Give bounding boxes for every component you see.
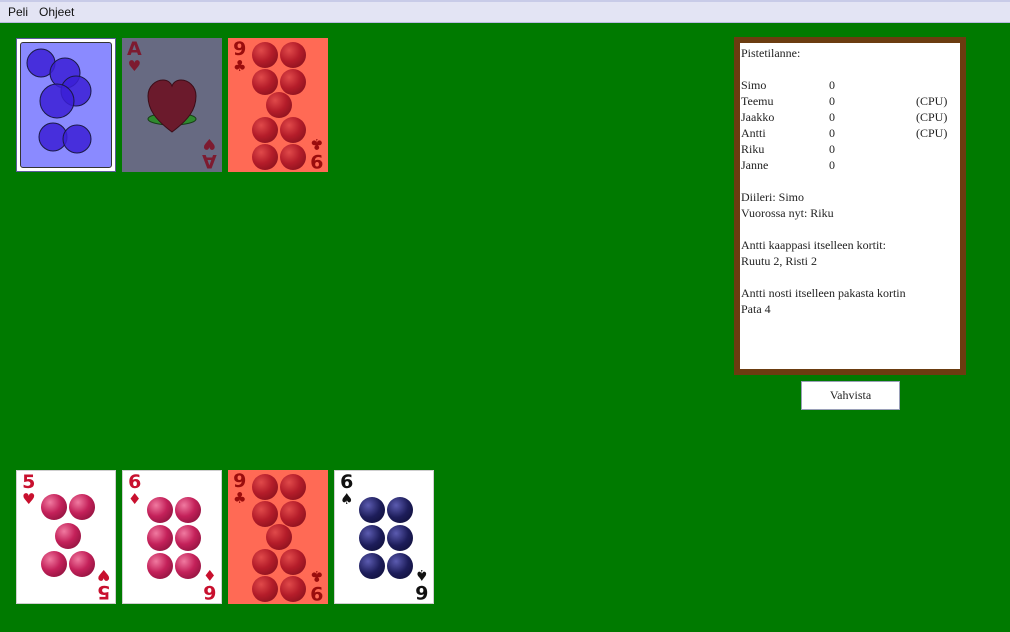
spade-pip-icon <box>387 525 413 551</box>
spade-pip-icon <box>359 553 385 579</box>
spade-pip-icon <box>387 497 413 523</box>
club-pip-icon <box>252 501 278 527</box>
player-score: 0 <box>829 142 835 156</box>
club-pip-icon <box>280 501 306 527</box>
player-score: 0 <box>829 158 835 172</box>
card-corner: 6 ♠ <box>340 471 354 508</box>
diamond-pip-icon <box>147 497 173 523</box>
table-card-nine-clubs[interactable]: 9 ♣ 9 ♣ <box>228 38 328 172</box>
club-pip-icon <box>280 576 306 602</box>
menu-bar: Peli Ohjeet <box>0 0 1010 23</box>
club-pip-icon <box>252 144 278 170</box>
scoreboard-panel: Pistetilanne: Simo 0 Teemu 0 (CPU) Jaakk… <box>734 37 966 375</box>
player-score: 0 <box>829 126 835 140</box>
diamond-pip-icon <box>147 553 173 579</box>
deck-card-back[interactable] <box>16 38 116 172</box>
club-pip-icon <box>280 69 306 95</box>
card-corner: 6 ♠ <box>414 566 428 603</box>
hand-card-nine-clubs[interactable]: 9 ♣ 9 ♣ <box>228 470 328 604</box>
log-line: Antti kaappasi itselleen kortit: <box>741 238 886 252</box>
menu-help[interactable]: Ohjeet <box>39 5 74 19</box>
heart-pip-icon <box>41 551 67 577</box>
card-corner: 9 ♣ <box>309 567 323 604</box>
player-name: Riku <box>741 142 765 156</box>
card-corner: 5 ♥ <box>96 566 110 603</box>
log-line: Pata 4 <box>741 302 771 316</box>
heart-pip-icon <box>69 551 95 577</box>
card-corner: A ♥ <box>202 135 217 172</box>
hand-card-five-hearts[interactable]: 5 ♥ 5 ♥ <box>16 470 116 604</box>
player-name: Teemu <box>741 94 774 108</box>
player-name: Janne <box>741 158 769 172</box>
log-line: Antti nosti itselleen pakasta kortin <box>741 286 906 300</box>
player-name: Jaakko <box>741 110 775 124</box>
club-pip-icon <box>252 576 278 602</box>
club-pip-icon <box>280 42 306 68</box>
hand-card-six-diamonds[interactable]: 6 ♦ 6 ♦ <box>122 470 222 604</box>
player-name: Antti <box>741 126 766 140</box>
diamond-pip-icon <box>147 525 173 551</box>
card-corner: 5 ♥ <box>22 471 36 508</box>
player-tag: (CPU) <box>916 94 948 108</box>
club-pip-icon <box>280 474 306 500</box>
diamond-pip-icon <box>175 497 201 523</box>
club-pip-icon <box>266 92 292 118</box>
menu-game[interactable]: Peli <box>8 5 28 19</box>
card-corner: 6 ♦ <box>128 471 142 508</box>
club-pip-icon <box>252 474 278 500</box>
table-card-ace-hearts[interactable]: A ♥ A ♥ <box>122 38 222 172</box>
log-line: Ruutu 2, Risti 2 <box>741 254 818 268</box>
card-back-pattern-icon <box>26 48 92 154</box>
club-pip-icon <box>280 117 306 143</box>
diamond-pip-icon <box>175 525 201 551</box>
card-corner: 9 ♣ <box>309 135 323 172</box>
club-pip-icon <box>280 144 306 170</box>
spade-pip-icon <box>359 497 385 523</box>
heart-pip-icon <box>69 494 95 520</box>
player-score: 0 <box>829 110 835 124</box>
club-pip-icon <box>252 117 278 143</box>
club-pip-icon <box>252 69 278 95</box>
spade-pip-icon <box>359 525 385 551</box>
diamond-pip-icon <box>175 553 201 579</box>
card-corner: 6 ♦ <box>202 566 216 603</box>
club-pip-icon <box>266 524 292 550</box>
spade-pip-icon <box>387 553 413 579</box>
club-pip-icon <box>252 42 278 68</box>
heart-pip-icon <box>55 523 81 549</box>
player-name: Simo <box>741 78 767 92</box>
player-tag: (CPU) <box>916 126 948 140</box>
heart-pip-icon <box>41 494 67 520</box>
player-score: 0 <box>829 94 835 108</box>
club-pip-icon <box>252 549 278 575</box>
card-corner: 9 ♣ <box>233 470 247 507</box>
scoreboard-heading: Pistetilanne: <box>741 46 801 60</box>
dealer-line: Diileri: Simo <box>741 190 804 204</box>
club-pip-icon <box>280 549 306 575</box>
hand-card-six-spades[interactable]: 6 ♠ 6 ♠ <box>334 470 434 604</box>
confirm-button[interactable]: Vahvista <box>801 381 900 410</box>
card-corner: 9 ♣ <box>233 38 247 75</box>
player-score: 0 <box>829 78 835 92</box>
turn-line: Vuorossa nyt: Riku <box>741 206 834 220</box>
player-tag: (CPU) <box>916 110 948 124</box>
